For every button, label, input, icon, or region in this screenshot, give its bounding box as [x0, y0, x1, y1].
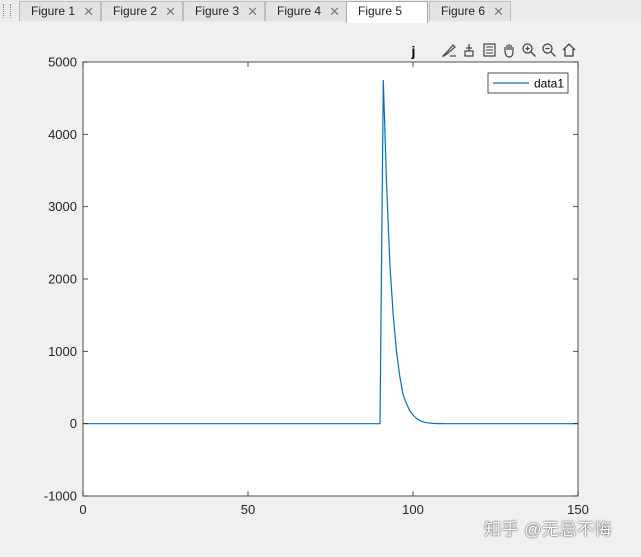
zoom-out-icon[interactable]: [540, 41, 558, 59]
tab-figure-6[interactable]: Figure 6 ✕: [429, 1, 511, 21]
chart-title: j: [411, 43, 416, 59]
brush-icon[interactable]: [440, 41, 458, 59]
zoom-in-icon[interactable]: [520, 41, 538, 59]
tab-figure-3[interactable]: Figure 3 ✕: [183, 1, 265, 21]
tab-figure-5[interactable]: Figure 5: [346, 1, 428, 23]
watermark: 知乎 @无忌不悔: [484, 520, 612, 539]
y-tick-label: 2000: [48, 272, 77, 287]
y-tick-label: 4000: [48, 127, 77, 142]
legend-label: data1: [534, 77, 564, 91]
close-icon[interactable]: ✕: [247, 2, 258, 21]
close-icon[interactable]: ✕: [83, 2, 94, 21]
tab-label: Figure 3: [195, 4, 240, 18]
y-tick-label: 0: [70, 416, 77, 431]
y-tick-label: -1000: [44, 489, 77, 504]
x-tick-label: 0: [79, 502, 86, 517]
figure-tab-bar: Figure 1 ✕ Figure 2 ✕ Figure 3 ✕ Figure 4 ✕ Figu…: [0, 0, 641, 23]
pan-icon[interactable]: [500, 41, 518, 59]
tab-label: Figure 6: [441, 4, 486, 18]
home-icon[interactable]: [560, 41, 578, 59]
plot-area: [83, 62, 578, 496]
y-tick-label: 1000: [48, 344, 77, 359]
tab-figure-4[interactable]: Figure 4 ✕: [265, 1, 347, 21]
line-chart: 0 50 100 150-1000010002000300040005000jdata…: [44, 43, 589, 517]
tab-label: Figure 2: [113, 4, 158, 18]
data-cursor-icon[interactable]: [460, 41, 478, 59]
x-tick-label: 100: [402, 502, 424, 517]
legend-toggle-icon[interactable]: [480, 41, 498, 59]
tab-label: Figure 5: [358, 4, 403, 18]
tab-label: Figure 1: [31, 4, 76, 18]
close-icon[interactable]: ✕: [165, 2, 176, 21]
figure-area: 0 50 100 150 -1000 0 1000 2000 3000 4000 5000 j data…: [0, 22, 641, 557]
tab-label: Figure 4: [277, 4, 322, 18]
y-tick-label: 3000: [48, 199, 77, 214]
tab-figure-2[interactable]: Figure 2 ✕: [101, 1, 183, 21]
y-tick-label: 5000: [48, 55, 77, 70]
tab-figure-1[interactable]: Figure 1 ✕: [19, 1, 101, 21]
close-icon[interactable]: ✕: [329, 2, 340, 21]
close-icon[interactable]: ✕: [493, 2, 504, 21]
tab-bar-grip[interactable]: [3, 4, 11, 18]
x-tick-label: 50: [241, 502, 255, 517]
axes-toolbar: [440, 41, 578, 61]
